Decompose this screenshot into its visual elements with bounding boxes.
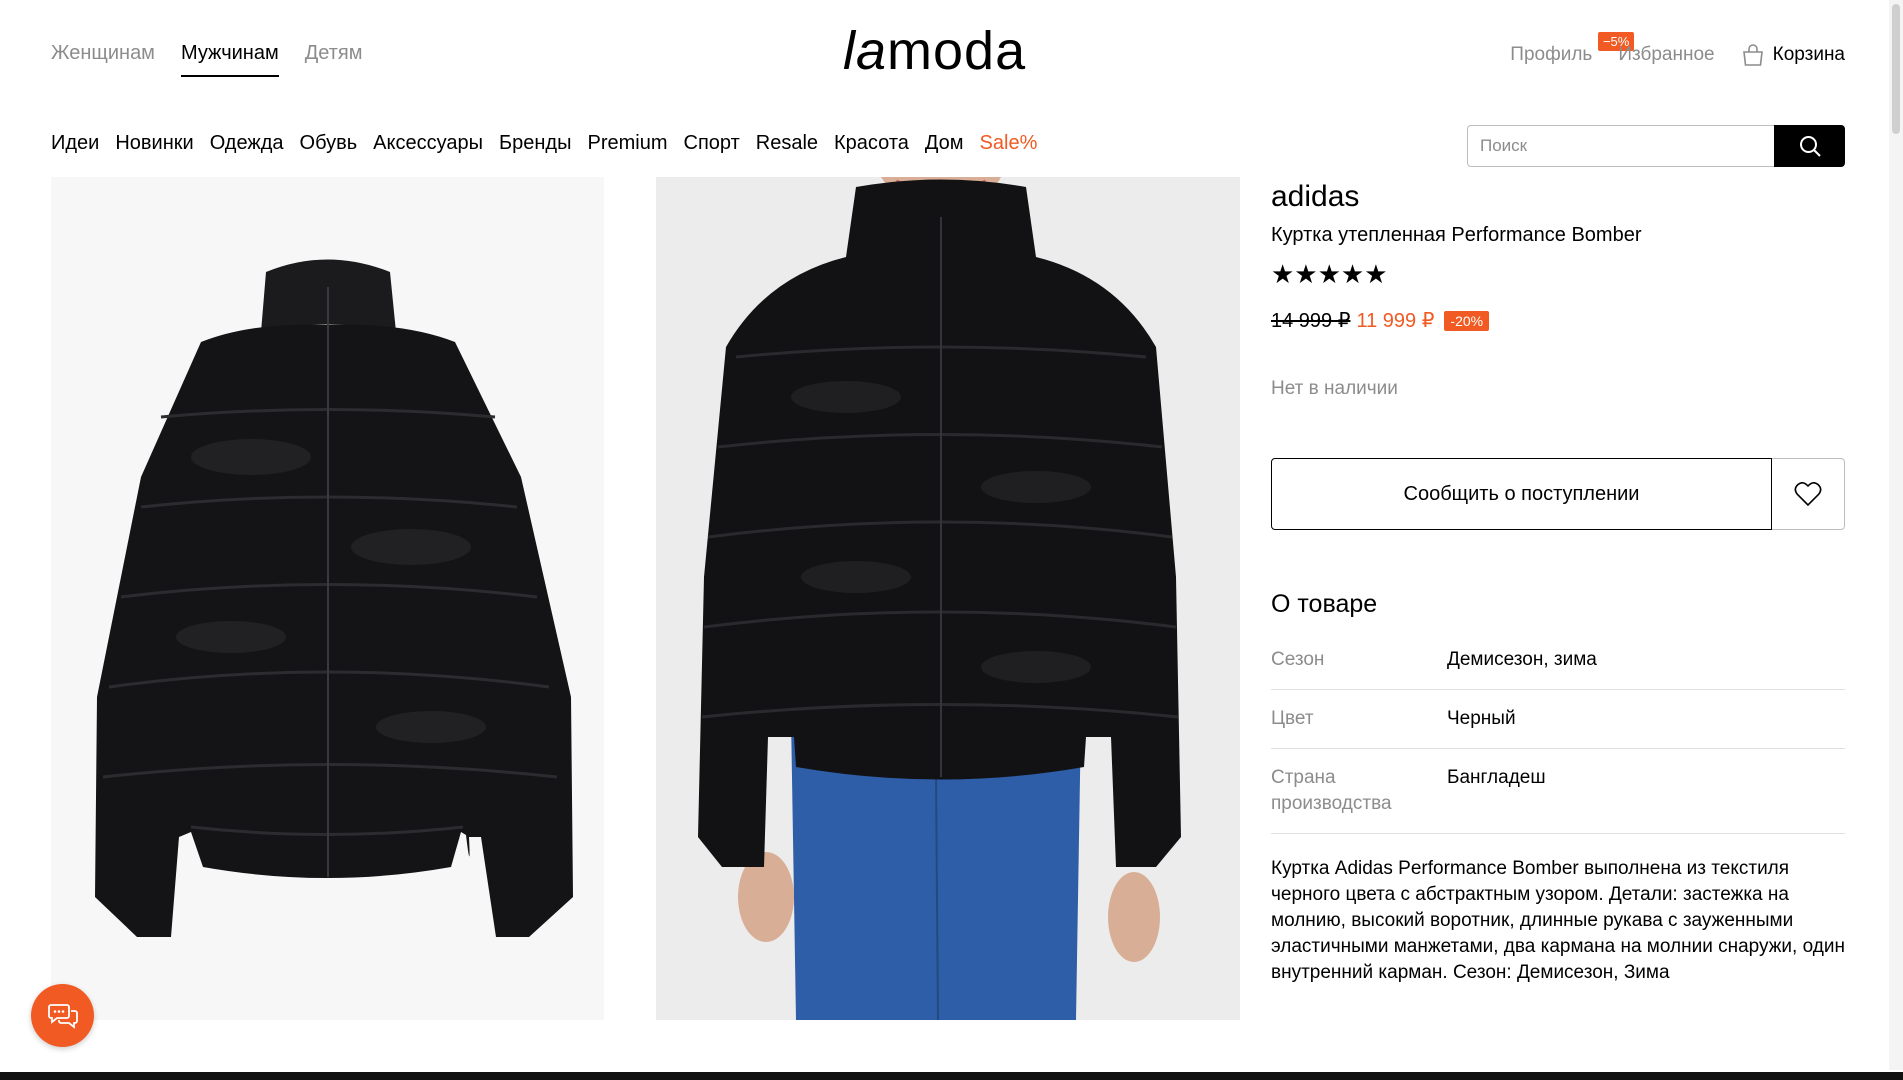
brand-name[interactable]: adidas [1271,180,1845,214]
profile-label: Профиль [1510,44,1593,65]
product-info: adidas Куртка утепленная Performance Bom… [1271,180,1845,986]
product-description: Куртка Adidas Performance Bomber выполне… [1271,858,1845,983]
attribute-value: Демисезон, зима [1447,649,1597,670]
jacket-flat-image [51,177,604,1020]
attribute-key: Сезон [1271,649,1325,670]
attribute-key: Цвет [1271,708,1314,729]
rating-stars[interactable]: ★★★★★ [1271,259,1845,290]
add-to-favorites-button[interactable] [1772,458,1845,530]
category-clothing[interactable]: Одежда [210,132,284,155]
product-actions: Сообщить о поступлении [1271,458,1845,530]
category-shoes[interactable]: Обувь [300,132,358,155]
product-image-front[interactable] [51,177,604,1020]
discount-badge: -20% [1444,310,1490,331]
product-attributes: Сезон Демисезон, зима Цвет Черный Страна… [1271,631,1845,834]
favorites-link[interactable]: Избранное [1618,44,1714,66]
category-accessories[interactable]: Аксессуары [373,132,483,155]
category-beauty[interactable]: Красота [834,132,909,155]
availability-status: Нет в наличии [1271,378,1398,399]
search-button[interactable] [1774,125,1845,167]
attribute-row-season: Сезон Демисезон, зима [1271,631,1845,690]
gender-tab-kids[interactable]: Детям [305,42,363,77]
chat-button[interactable] [31,984,94,1047]
scrollbar-thumb[interactable] [1892,4,1900,134]
search-input[interactable] [1467,125,1774,167]
logo-la: la [843,21,888,81]
heart-icon [1794,482,1822,507]
category-brands[interactable]: Бренды [499,132,571,155]
gender-tab-women[interactable]: Женщинам [51,42,155,77]
category-sale[interactable]: Sale% [980,132,1038,155]
category-nav: Идеи Новинки Одежда Обувь Аксессуары Бре… [51,132,1037,155]
old-price: 14 999 ₽ [1271,310,1351,332]
cart-link[interactable]: Корзина [1741,44,1845,66]
product-page: Женщинам Мужчинам Детям lamoda Профиль −… [0,0,1903,1080]
category-sport[interactable]: Спорт [684,132,740,155]
user-nav: Профиль −5% Избранное Корзина [1510,32,1845,66]
gender-tab-men[interactable]: Мужчинам [180,42,279,77]
jacket-model-image [656,177,1240,1020]
about-product-title: О товаре [1271,590,1378,618]
logo-moda: moda [887,21,1027,81]
chat-icon [47,1003,78,1029]
product-title: Куртка утепленная Performance Bomber [1271,224,1642,246]
search-icon [1799,136,1821,157]
attribute-value: Черный [1447,708,1516,729]
bottom-edge [0,1072,1903,1080]
attribute-row-country: Страна производства Бангладеш [1271,749,1845,834]
lamoda-logo[interactable]: lamoda [843,20,1026,82]
attribute-value: Бангладеш [1447,767,1546,788]
category-home[interactable]: Дом [925,132,964,155]
category-premium[interactable]: Premium [587,132,667,155]
category-ideas[interactable]: Идеи [51,132,99,155]
attribute-row-color: Цвет Черный [1271,690,1845,749]
search-bar [1467,125,1845,167]
gender-nav: Женщинам Мужчинам Детям [51,42,362,77]
attribute-key: Страна производства [1271,767,1392,814]
cart-label: Корзина [1772,44,1845,65]
price-block: 14 999 ₽ 11 999 ₽ -20% [1271,308,1845,333]
product-image-model[interactable] [656,177,1240,1020]
page-scrollbar[interactable] [1889,0,1903,1070]
notify-button[interactable]: Сообщить о поступлении [1271,458,1772,530]
category-resale[interactable]: Resale [756,132,818,155]
category-new[interactable]: Новинки [115,132,193,155]
new-price: 11 999 ₽ [1356,310,1435,332]
profile-link[interactable]: Профиль −5% [1510,32,1635,66]
cart-icon [1742,44,1763,66]
